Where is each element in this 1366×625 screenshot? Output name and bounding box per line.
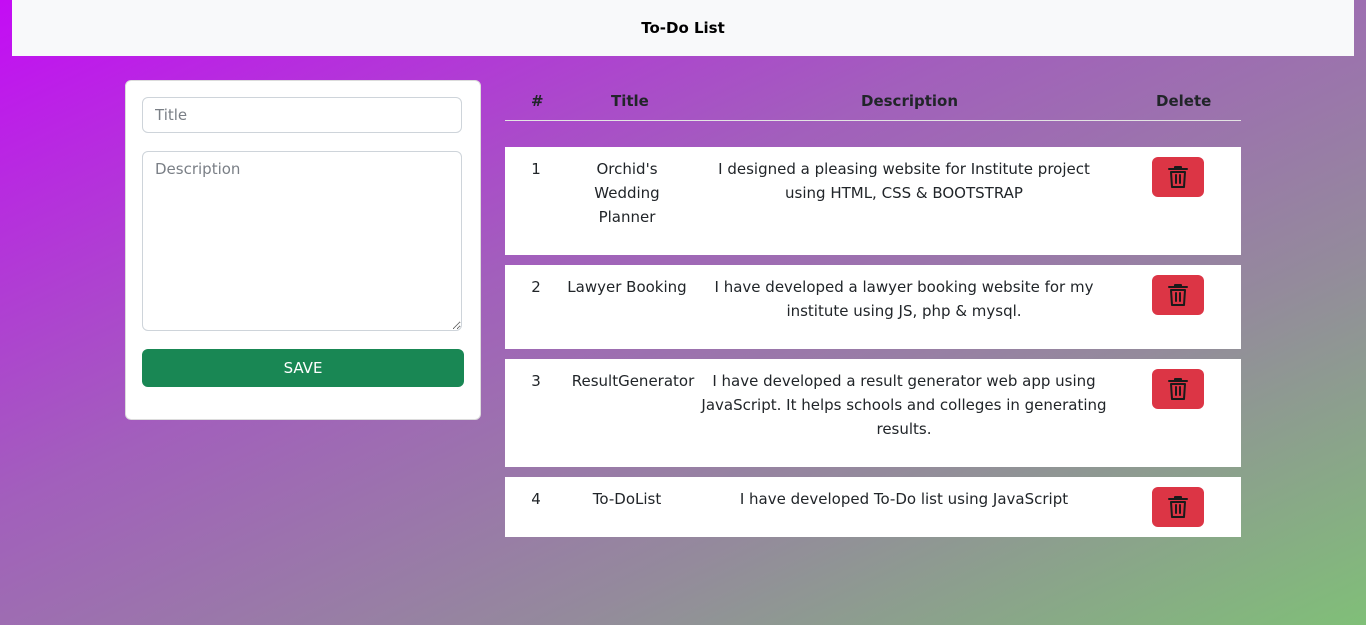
row-number: 2 bbox=[531, 278, 541, 296]
trash-icon bbox=[1168, 166, 1188, 188]
row-number: 4 bbox=[531, 490, 541, 508]
row-description: I designed a pleasing website for Instit… bbox=[718, 160, 1090, 202]
table-row: 2 Lawyer Booking I have developed a lawy… bbox=[505, 265, 1241, 349]
table-row: 4 To-DoList I have developed To-Do list … bbox=[505, 477, 1241, 537]
header-num: # bbox=[531, 92, 544, 110]
row-number: 1 bbox=[531, 160, 541, 178]
row-description: I have developed a result generator web … bbox=[701, 372, 1107, 438]
row-description: I have developed a lawyer booking websit… bbox=[714, 278, 1094, 320]
header-description: Description bbox=[861, 92, 959, 110]
header-delete: Delete bbox=[1156, 92, 1212, 110]
row-title: Orchid's Wedding Planner bbox=[594, 160, 660, 226]
table-header: # Title Description Delete bbox=[505, 80, 1241, 121]
row-title: To-DoList bbox=[592, 490, 662, 508]
trash-icon bbox=[1168, 284, 1188, 306]
delete-button[interactable] bbox=[1152, 487, 1204, 527]
delete-button[interactable] bbox=[1152, 275, 1204, 315]
header-title: Title bbox=[611, 92, 649, 110]
todo-table: # Title Description Delete 1 Orchid's We… bbox=[505, 80, 1241, 537]
table-row: 3 ResultGenerator I have developed a res… bbox=[505, 359, 1241, 467]
row-description: I have developed To-Do list using JavaSc… bbox=[739, 490, 1069, 508]
table-row: 1 Orchid's Wedding Planner I designed a … bbox=[505, 147, 1241, 255]
navbar: To-Do List bbox=[12, 0, 1354, 56]
navbar-brand[interactable]: To-Do List bbox=[641, 19, 725, 37]
trash-icon bbox=[1168, 378, 1188, 400]
save-button[interactable]: SAVE bbox=[142, 349, 464, 387]
row-title: ResultGenerator bbox=[571, 372, 695, 390]
trash-icon bbox=[1168, 496, 1188, 518]
description-textarea[interactable] bbox=[142, 151, 462, 331]
delete-button[interactable] bbox=[1152, 369, 1204, 409]
todo-form-card: SAVE bbox=[125, 80, 481, 420]
delete-button[interactable] bbox=[1152, 157, 1204, 197]
row-number: 3 bbox=[531, 372, 541, 390]
title-input[interactable] bbox=[142, 97, 462, 133]
row-title: Lawyer Booking bbox=[567, 278, 687, 296]
